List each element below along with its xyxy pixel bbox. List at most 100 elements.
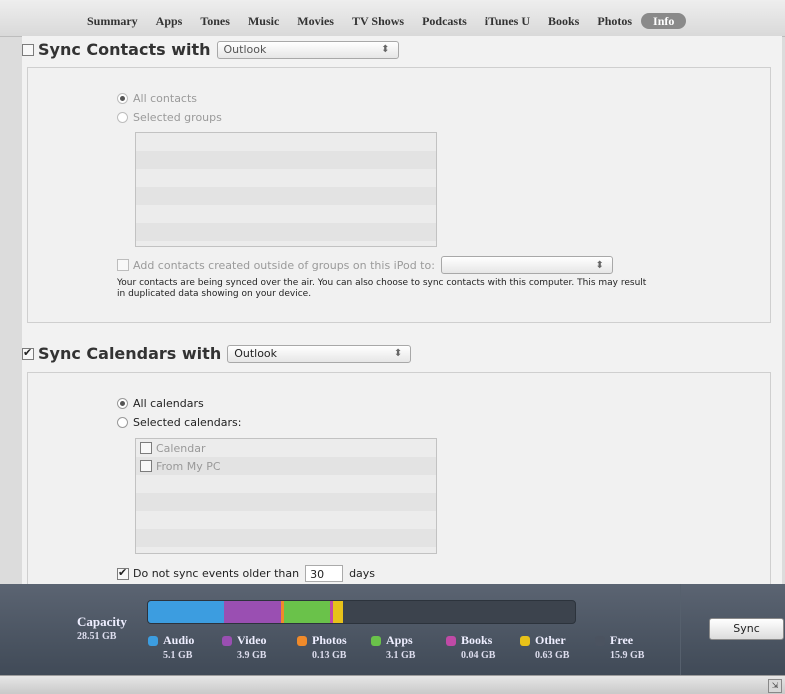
legend-label: Apps (386, 633, 413, 647)
sync-button[interactable]: Sync (709, 618, 784, 640)
add-outside-option[interactable]: Add contacts created outside of groups o… (117, 256, 613, 274)
all-contacts-radio[interactable] (117, 93, 128, 104)
capacity-seg-video (223, 601, 282, 623)
calendars-source-value: Outlook (234, 347, 278, 360)
list-item[interactable]: Calendar (136, 439, 436, 457)
calendars-list[interactable]: Calendar From My PC (135, 438, 437, 554)
calendar-item-checkbox[interactable] (140, 460, 152, 472)
capacity-bar-area: Capacity 28.51 GB Audio 5.1 GB Video 3.9 GB… (0, 584, 785, 675)
legend-video: Video 3.9 GB (222, 633, 267, 661)
legend-swatch (371, 635, 381, 646)
contacts-header: Sync Contacts with Outlook ⬍ (22, 40, 399, 59)
older-days-input[interactable]: 30 (305, 565, 344, 582)
legend-label: Books (461, 633, 493, 647)
legend-label: Free (610, 633, 634, 647)
all-contacts-label: All contacts (133, 92, 198, 105)
sync-contacts-title: Sync Contacts with (38, 40, 211, 59)
tab-itunes-u[interactable]: iTunes U (476, 13, 539, 29)
tab-movies[interactable]: Movies (288, 13, 343, 29)
info-pane: Sync Contacts with Outlook ⬍ All contact… (22, 36, 782, 584)
legend-value: 15.9 GB (610, 650, 645, 661)
tab-apps[interactable]: Apps (147, 13, 192, 29)
capacity-seg-apps (284, 601, 331, 623)
legend-label: Video (237, 633, 267, 647)
contacts-note: Your contacts are being synced over the … (117, 278, 646, 300)
legend-photos: Photos 0.13 GB (297, 633, 347, 661)
legend-free: Free 15.9 GB (595, 633, 644, 661)
legend-value: 0.63 GB (535, 650, 570, 661)
legend-value: 3.1 GB (386, 650, 416, 661)
sync-contacts-checkbox[interactable] (22, 43, 34, 56)
select-arrow-icon: ⬍ (381, 44, 390, 55)
older-events-option: Do not sync events older than 30 days (117, 565, 375, 582)
groups-list[interactable] (135, 132, 437, 247)
tab-tones[interactable]: Tones (191, 13, 239, 29)
all-calendars-label: All calendars (133, 397, 204, 410)
sync-calendars-title: Sync Calendars with (38, 344, 222, 363)
legend-apps: Apps 3.1 GB (371, 633, 415, 661)
calendars-panel: All calendars Selected calendars: Calend… (27, 372, 771, 584)
add-outside-checkbox[interactable] (117, 259, 129, 271)
older-events-checkbox[interactable] (117, 566, 129, 580)
tab-tv-shows[interactable]: TV Shows (343, 13, 413, 29)
calendar-item-label: Calendar (156, 441, 206, 455)
legend-audio: Audio 5.1 GB (148, 633, 194, 661)
selected-calendars-radio[interactable] (117, 417, 128, 428)
legend-label: Audio (163, 633, 195, 647)
legend-label: Other (535, 633, 566, 647)
days-label: days (349, 567, 376, 580)
capacity-seg-audio (148, 601, 224, 623)
capacity-title: Capacity (77, 614, 127, 629)
capacity-total: 28.51 GB (77, 631, 117, 642)
legend-swatch (148, 635, 158, 646)
tab-books[interactable]: Books (539, 13, 588, 29)
legend-value: 3.9 GB (237, 650, 267, 661)
calendar-item-label: From My PC (156, 459, 221, 473)
legend-label: Photos (312, 633, 347, 647)
all-contacts-option[interactable]: All contacts (117, 92, 197, 105)
select-arrow-icon: ⬍ (595, 259, 604, 271)
add-outside-select[interactable]: ⬍ (440, 256, 613, 274)
selected-groups-radio[interactable] (117, 112, 128, 123)
legend-swatch (222, 635, 232, 646)
all-calendars-option[interactable]: All calendars (117, 397, 204, 410)
legend-value: 0.04 GB (461, 650, 496, 661)
legend-swatch (520, 635, 530, 646)
selected-calendars-option[interactable]: Selected calendars: (117, 416, 241, 429)
legend-books: Books 0.04 GB (446, 633, 495, 661)
status-bar: ⇲ (0, 675, 785, 694)
contacts-panel: All contacts Selected groups Add contact… (27, 67, 771, 323)
resize-grip-icon[interactable]: ⇲ (768, 679, 782, 693)
add-outside-label: Add contacts created outside of groups o… (133, 258, 435, 272)
tab-bar: Summary Apps Tones Music Movies TV Shows Podca… (0, 0, 785, 37)
selected-groups-option[interactable]: Selected groups (117, 111, 222, 124)
tab-photos[interactable]: Photos (588, 13, 641, 29)
legend-value: 5.1 GB (163, 650, 193, 661)
divider (680, 584, 681, 675)
contacts-source-select[interactable]: Outlook ⬍ (216, 40, 399, 59)
selected-groups-label: Selected groups (133, 111, 222, 124)
contacts-note-line1: Your contacts are being synced over the … (117, 278, 647, 288)
legend-other: Other 0.63 GB (520, 633, 569, 661)
legend-swatch (595, 635, 605, 646)
calendar-item-checkbox[interactable] (140, 442, 152, 454)
legend-swatch (297, 635, 307, 646)
capacity-seg-other (333, 601, 343, 623)
list-item[interactable]: From My PC (136, 457, 436, 475)
sync-calendars-checkbox[interactable] (22, 346, 34, 360)
tab-info[interactable]: Info (641, 13, 687, 29)
capacity-bar (147, 600, 576, 624)
older-events-label: Do not sync events older than (133, 567, 300, 580)
legend-value: 0.13 GB (312, 650, 347, 661)
tab-podcasts[interactable]: Podcasts (413, 13, 476, 29)
contacts-note-line2: in duplicated data showing on your devic… (117, 289, 312, 299)
contacts-source-value: Outlook (223, 43, 267, 56)
selected-calendars-label: Selected calendars: (133, 416, 242, 429)
calendars-header: Sync Calendars with Outlook ⬍ (22, 344, 412, 363)
all-calendars-radio[interactable] (117, 398, 128, 409)
calendars-source-select[interactable]: Outlook ⬍ (227, 344, 412, 363)
legend-swatch (446, 635, 456, 646)
tab-music[interactable]: Music (239, 13, 288, 29)
tab-summary[interactable]: Summary (78, 13, 147, 29)
select-arrow-icon: ⬍ (393, 348, 403, 359)
